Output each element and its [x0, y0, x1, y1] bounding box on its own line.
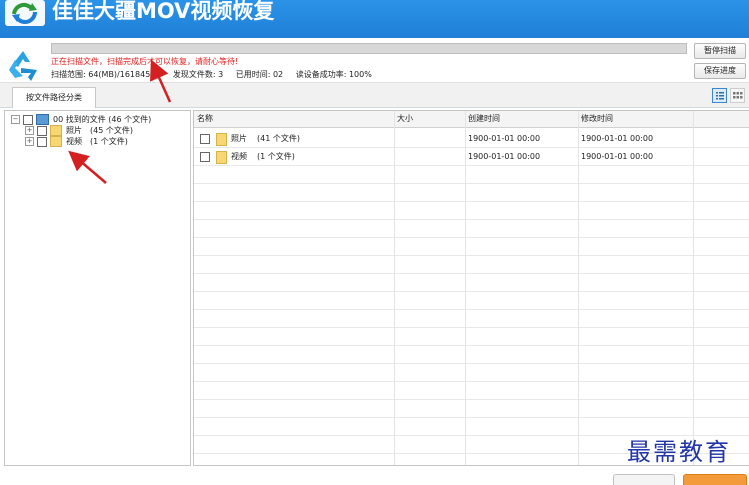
grid-view-icon	[733, 92, 743, 99]
row-created: 1900-01-01 00:00	[468, 152, 541, 161]
column-header-created[interactable]: 创建时间	[465, 111, 500, 127]
tree-item-videos[interactable]: + 视频 (1 个文件)	[25, 136, 128, 147]
tree-item-label: 照片	[66, 126, 82, 135]
tree-item-checkbox[interactable]	[37, 136, 47, 147]
recycle-icon	[9, 51, 37, 81]
scan-range: 扫描范围: 64(MB)/161845(M	[51, 70, 161, 79]
row-modified: 1900-01-01 00:00	[581, 152, 654, 161]
app-logo-icon	[5, 0, 45, 26]
pause-scan-button[interactable]: 暂停扫描	[694, 43, 746, 59]
column-header-modified[interactable]: 修改时间	[578, 111, 613, 127]
scan-progress-bar	[51, 43, 687, 54]
table-row[interactable]: 照片 (41 个文件)	[200, 131, 300, 147]
table-row[interactable]: 视频 (1 个文件)	[200, 149, 295, 165]
tree-item-checkbox[interactable]	[37, 125, 47, 136]
folder-icon	[50, 136, 62, 147]
files-found: 发现文件数: 3	[172, 70, 224, 79]
row-checkbox[interactable]	[200, 152, 210, 162]
read-success-rate: 读设备成功率: 100%	[295, 70, 372, 79]
drive-icon	[36, 114, 49, 125]
list-view-button[interactable]	[712, 88, 727, 103]
tree-item-photos[interactable]: + 照片 (45 个文件)	[25, 125, 133, 136]
bottom-secondary-button[interactable]	[613, 474, 675, 485]
row-modified: 1900-01-01 00:00	[581, 134, 654, 143]
scan-warning-text: 正在扫描文件，扫描完成后才可以恢复，请耐心等待!	[51, 57, 239, 66]
expand-icon[interactable]: +	[25, 126, 34, 135]
folder-icon	[50, 125, 62, 136]
folder-icon	[216, 150, 227, 164]
row-created: 1900-01-01 00:00	[468, 134, 541, 143]
row-checkbox[interactable]	[200, 134, 210, 144]
tree-root-checkbox[interactable]	[23, 114, 33, 125]
elapsed-time: 已用时间: 02	[235, 70, 284, 79]
row-count: (41 个文件)	[257, 134, 300, 143]
grid-view-button[interactable]	[730, 88, 745, 103]
folder-tree-pane: − 00 找到的文件 (46 个文件) + 照片 (45 个文件) + 视频 (…	[4, 110, 191, 466]
scan-status-bar: 正在扫描文件，扫描完成后才可以恢复，请耐心等待! 扫描范围: 64(MB)/16…	[0, 38, 749, 83]
tab-by-path[interactable]: 按文件路径分类	[12, 87, 96, 108]
column-header-name[interactable]: 名称	[194, 111, 213, 127]
column-header-size[interactable]: 大小	[394, 111, 413, 127]
tab-bar: 按文件路径分类	[0, 83, 749, 108]
tree-root-label: 00 找到的文件 (46 个文件)	[53, 115, 152, 124]
scan-stats: 扫描范围: 64(MB)/161845(M 发现文件数: 3 已用时间: 02 …	[51, 69, 382, 80]
expand-icon[interactable]: +	[25, 137, 34, 146]
watermark: 最需教育	[627, 438, 731, 466]
tree-root[interactable]: − 00 找到的文件 (46 个文件)	[11, 114, 151, 125]
row-count: (1 个文件)	[257, 152, 295, 161]
app-title: 佳佳大疆MOV视频恢复	[52, 0, 275, 23]
collapse-icon[interactable]: −	[11, 115, 20, 124]
folder-icon	[216, 132, 227, 146]
save-progress-button[interactable]: 保存进度	[694, 63, 746, 79]
file-list-pane: 名称 大小 创建时间 修改时间 照片 (41 个文件) 1900-01-01 0…	[193, 110, 749, 466]
tree-item-label: 视频	[66, 137, 82, 146]
row-name: 视频	[231, 152, 247, 161]
title-bar: 佳佳大疆MOV视频恢复	[0, 0, 749, 38]
tree-item-count: (1 个文件)	[90, 137, 128, 146]
bottom-primary-button[interactable]	[683, 474, 747, 485]
row-name: 照片	[231, 134, 247, 143]
list-view-icon	[716, 92, 724, 100]
tree-item-count: (45 个文件)	[90, 126, 133, 135]
